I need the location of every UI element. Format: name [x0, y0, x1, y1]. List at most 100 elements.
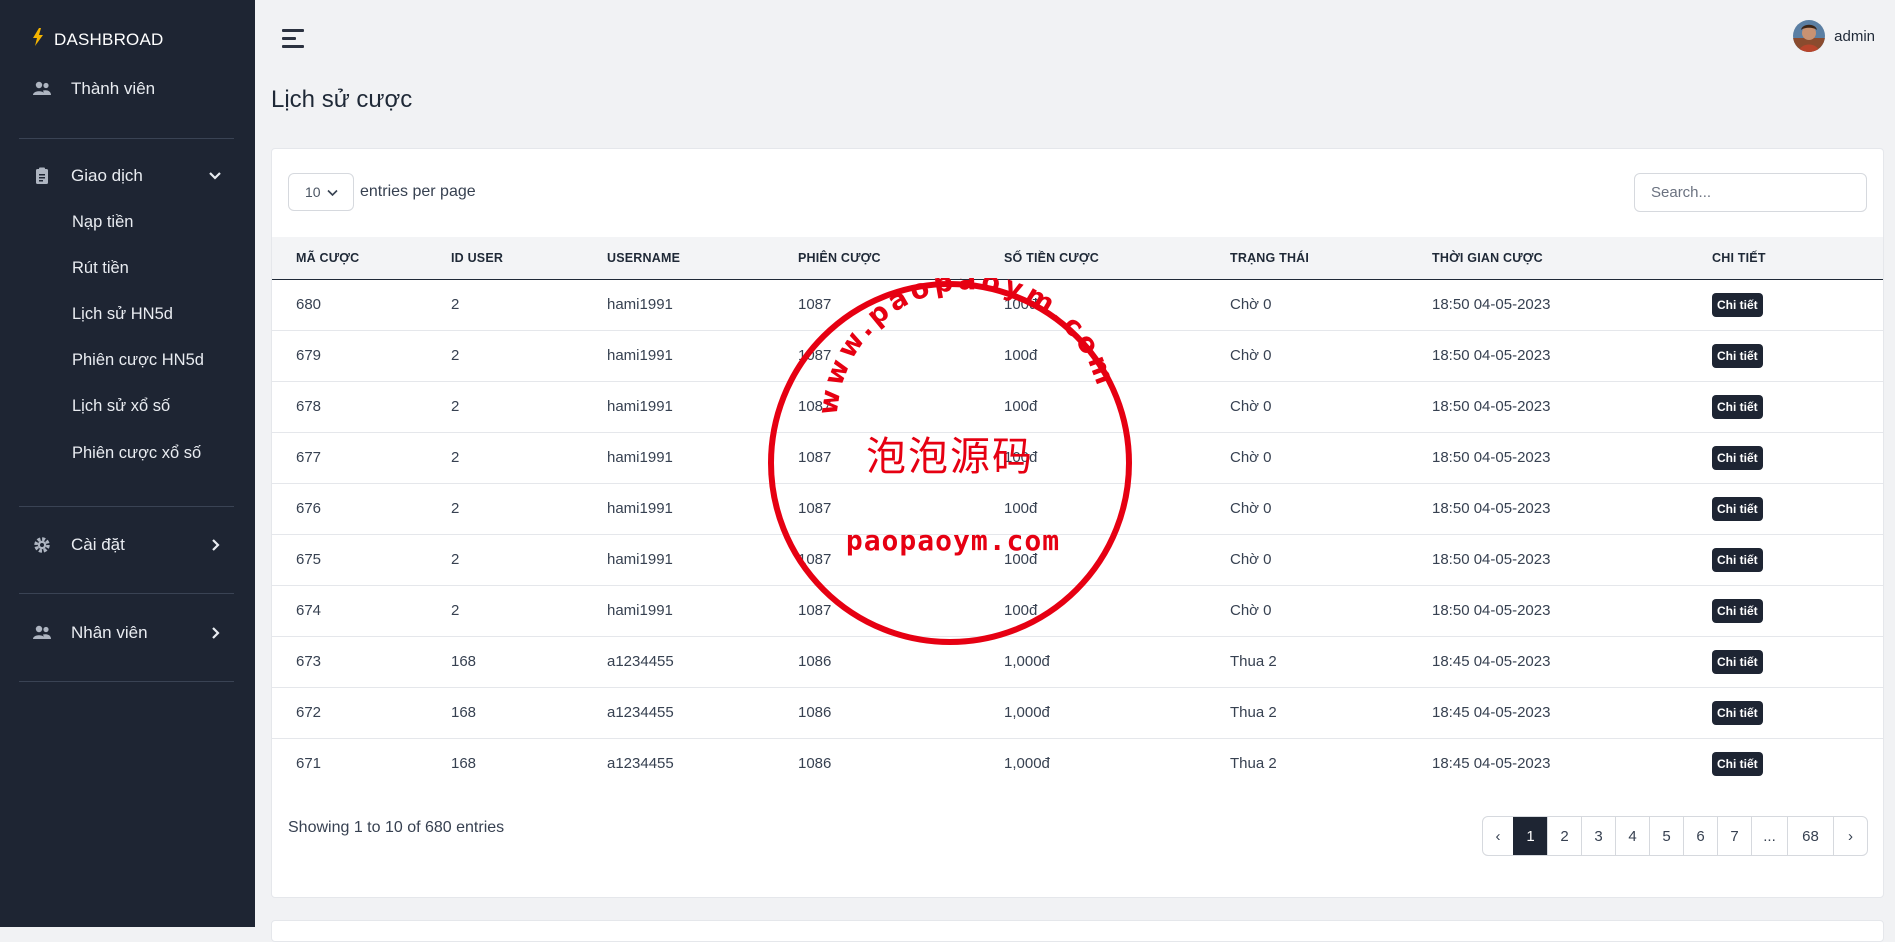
chevron-down-icon [327, 184, 338, 200]
chevron-down-icon [208, 166, 222, 191]
cell-detail: Chi tiết [1712, 687, 1883, 739]
sidebar-subitem-lottery-sessions[interactable]: Phiên cược xổ số [72, 444, 201, 463]
sidebar-divider [19, 138, 234, 139]
search-input[interactable] [1634, 173, 1867, 212]
cell-status: Thua 2 [1230, 687, 1432, 739]
user-name: admin [1834, 27, 1875, 45]
table-row: 674 2 hami1991 1087 100đ Chờ 0 18:50 04-05-202… [272, 585, 1883, 637]
cell-status: Chờ 0 [1230, 585, 1432, 637]
sidebar-subitem-withdraw[interactable]: Rút tiền [72, 259, 129, 278]
menu-toggle-icon[interactable] [282, 29, 306, 49]
cell-time: 18:50 04-05-2023 [1432, 585, 1712, 637]
pagination-prev[interactable]: ‹ [1483, 817, 1513, 855]
cell-time: 18:50 04-05-2023 [1432, 279, 1712, 331]
bet-history-card: 10 entries per page MÃ CƯỢC ID USER USER… [271, 148, 1884, 898]
cell-username: a1234455 [607, 687, 798, 739]
detail-button[interactable]: Chi tiết [1712, 598, 1763, 623]
cell-time: 18:45 04-05-2023 [1432, 636, 1712, 688]
column-header-detail[interactable]: CHI TIẾT [1712, 237, 1883, 280]
cell-detail: Chi tiết [1712, 534, 1883, 586]
detail-button[interactable]: Chi tiết [1712, 547, 1763, 572]
cell-status: Chờ 0 [1230, 432, 1432, 484]
table-row: 671 168 a1234455 1086 1,000đ Thua 2 18:45 04-0… [272, 738, 1883, 789]
table-row: 680 2 hami1991 1087 100đ Chờ 0 18:50 04-05-202… [272, 279, 1883, 331]
sidebar-item-staff[interactable]: Nhân viên [32, 623, 222, 643]
sidebar-subitem-history-hn5d[interactable]: Lịch sử HN5d [72, 305, 173, 324]
detail-button[interactable]: Chi tiết [1712, 751, 1763, 776]
sidebar-item-settings[interactable]: Cài đặt [32, 535, 222, 555]
cell-session: 1087 [798, 483, 1004, 535]
sidebar-subitem-deposit[interactable]: Nạp tiền [72, 213, 133, 232]
cell-username: a1234455 [607, 755, 674, 772]
table-row: 672 168 a1234455 1086 1,000đ Thua 2 18:45 04-0… [272, 687, 1883, 739]
pagination-page[interactable]: 6 [1683, 817, 1717, 855]
detail-button[interactable]: Chi tiết [1712, 394, 1763, 419]
column-header-username[interactable]: USERNAME [607, 237, 798, 280]
column-header-status[interactable]: TRẠNG THÁI [1230, 237, 1432, 280]
cell-amount: 100đ [1004, 483, 1230, 535]
per-page-label: entries per page [360, 183, 476, 200]
pagination-page[interactable]: 7 [1717, 817, 1751, 855]
cell-username: hami1991 [607, 534, 798, 586]
cell-bet-id: 678 [272, 381, 451, 433]
detail-button[interactable]: Chi tiết [1712, 649, 1763, 674]
column-header-user-id[interactable]: ID USER [451, 237, 607, 280]
column-header-bet-id[interactable]: MÃ CƯỢC [272, 237, 451, 280]
cell-bet-id: 676 [272, 483, 451, 535]
sidebar-item-label: Thành viên [71, 79, 156, 98]
user-menu[interactable]: admin [1793, 20, 1875, 52]
sidebar-item-transactions[interactable]: Giao dịch [32, 166, 222, 186]
table-row: 675 2 hami1991 1087 100đ Chờ 0 18:50 04-05-202… [272, 534, 1883, 586]
detail-button[interactable]: Chi tiết [1712, 496, 1763, 521]
column-header-time[interactable]: THỜI GIAN CƯỢC [1432, 237, 1712, 280]
cell-bet-id: 672 [272, 687, 451, 739]
clipboard-icon [32, 166, 52, 186]
cell-time: 18:50 04-05-2023 [1432, 330, 1712, 382]
brand-link[interactable]: DASHBROAD [32, 28, 164, 51]
cell-session: 1086 [798, 687, 1004, 739]
column-header-amount[interactable]: SỐ TIỀN CƯỢC [1004, 237, 1230, 280]
pagination-next[interactable]: › [1833, 817, 1867, 855]
pagination-page[interactable]: 4 [1615, 817, 1649, 855]
cell-user-id: 2 [451, 279, 607, 331]
sidebar-item-label: Nhân viên [71, 623, 148, 642]
sidebar-subitem-sessions-hn5d[interactable]: Phiên cược HN5d [72, 351, 204, 370]
detail-button[interactable]: Chi tiết [1712, 343, 1763, 368]
cell-time: 18:45 04-05-2023 [1432, 755, 1551, 772]
pagination-page[interactable]: 68 [1787, 817, 1833, 855]
cell-amount: 1,000đ [1004, 755, 1050, 772]
cell-status: Chờ 0 [1230, 483, 1432, 535]
cell-bet-id: 671 [296, 755, 322, 772]
pagination-ellipsis: ... [1751, 817, 1787, 855]
sidebar: DASHBROAD Thành viên Giao dịch Nạp tiền … [0, 0, 255, 927]
cell-user-id: 2 [451, 534, 607, 586]
cell-detail: Chi tiết [1712, 738, 1883, 789]
pagination-page[interactable]: 2 [1547, 817, 1581, 855]
cell-username: hami1991 [607, 381, 798, 433]
pagination-page[interactable]: 5 [1649, 817, 1683, 855]
detail-button[interactable]: Chi tiết [1712, 445, 1763, 470]
sidebar-subitem-lottery-history[interactable]: Lịch sử xổ số [72, 397, 170, 416]
cell-session: 1087 [798, 534, 1004, 586]
column-header-session[interactable]: PHIÊN CƯỢC [798, 237, 1004, 280]
sidebar-divider [19, 593, 234, 594]
sidebar-divider [19, 681, 234, 682]
sidebar-item-label: Giao dịch [71, 166, 143, 185]
cell-time: 18:50 04-05-2023 [1432, 534, 1712, 586]
users-icon [32, 623, 52, 643]
detail-button[interactable]: Chi tiết [1712, 292, 1763, 317]
cell-amount: 100đ [1004, 279, 1230, 331]
gear-icon [32, 535, 52, 555]
cell-username: hami1991 [607, 432, 798, 484]
pagination-page[interactable]: 1 [1513, 817, 1547, 855]
sidebar-item-members[interactable]: Thành viên [32, 79, 222, 99]
per-page-value: 10 [305, 184, 321, 200]
per-page-select[interactable]: 10 [288, 173, 354, 211]
cell-session: 1087 [798, 279, 1004, 331]
cell-username: hami1991 [607, 483, 798, 535]
table-header-row: MÃ CƯỢC ID USER USERNAME PHIÊN CƯỢC SỐ T… [272, 237, 1883, 280]
cell-session: 1087 [798, 381, 1004, 433]
pagination-page[interactable]: 3 [1581, 817, 1615, 855]
users-icon [32, 79, 52, 99]
detail-button[interactable]: Chi tiết [1712, 700, 1763, 725]
